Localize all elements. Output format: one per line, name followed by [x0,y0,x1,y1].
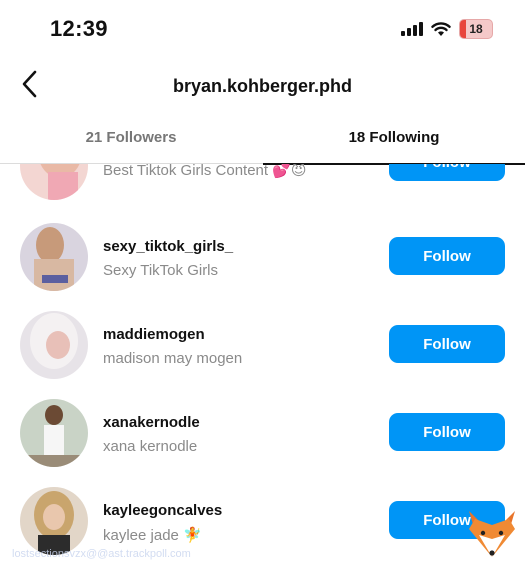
status-bar: 12:39 18 [0,0,525,60]
tab-following[interactable]: 18 Following [263,115,525,163]
battery-level [460,20,466,38]
avatar[interactable] [20,311,88,379]
account-full-name: xana kernodle [103,438,198,455]
avatar-image [20,223,88,291]
list-item: xanakernodle xana kernodle Follow [0,391,525,479]
avatar[interactable] [20,487,88,555]
avatar[interactable] [20,164,88,200]
list-item: sexy_tiktok_girls_ Sexy TikTok Girls Fol… [0,215,525,303]
fox-logo-icon [469,511,515,557]
watermark-text: lostsectionsvzx@@ast.trackpoll.com [12,548,191,560]
avatar-image [20,399,88,467]
follow-button[interactable]: Follow [389,413,505,451]
tab-bar: 21 Followers 18 Following [0,115,525,165]
account-username[interactable]: xanakernodle [103,414,200,431]
account-username[interactable]: kayleegoncalves [103,502,222,519]
battery-indicator: 18 [459,19,493,39]
profile-header: bryan.kohberger.phd [0,60,525,110]
list-item: Best Tiktok Girls Content 💕😈 Follow [0,164,525,215]
avatar-image [20,487,88,555]
avatar[interactable] [20,399,88,467]
account-full-name: kaylee jade 🧚 [103,527,202,544]
account-full-name: Best Tiktok Girls Content 💕😈 [103,164,307,179]
follow-button[interactable]: Follow [389,325,505,363]
avatar-image [20,164,88,200]
account-username[interactable]: maddiemogen [103,326,205,343]
page-title: bryan.kohberger.phd [172,76,353,96]
battery-percent: 18 [469,22,483,36]
status-time: 12:39 [50,16,108,41]
follow-button[interactable]: Follow [389,237,505,275]
status-icons: 18 [401,19,493,39]
avatar-image [20,311,88,379]
following-list[interactable]: Best Tiktok Girls Content 💕😈 Follow sexy… [0,164,525,566]
list-item: maddiemogen madison may mogen Follow [0,303,525,391]
avatar[interactable] [20,223,88,291]
cellular-signal-icon [401,22,423,36]
account-username[interactable]: sexy_tiktok_girls_ [103,238,233,255]
tab-followers[interactable]: 21 Followers [0,115,262,163]
wifi-icon [431,21,451,36]
account-full-name: madison may mogen [103,350,243,367]
account-full-name: Sexy TikTok Girls [103,262,219,279]
follow-button[interactable]: Follow [389,164,505,181]
